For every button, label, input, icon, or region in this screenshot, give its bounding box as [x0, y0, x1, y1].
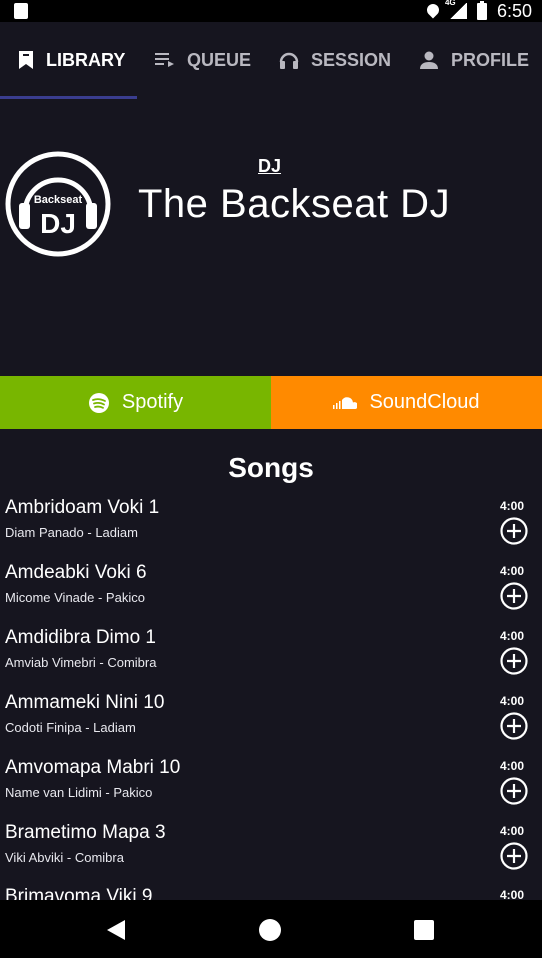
system-nav-bar [0, 900, 542, 958]
tab-label: SESSION [311, 49, 392, 70]
tab-bar: LIBRARY QUEUE SESSION PROFILE [0, 22, 542, 98]
song-duration: 4:00 [499, 824, 524, 838]
song-row[interactable]: Amdeabki Voki 6 Micome Vinade - Pakico 4… [0, 562, 542, 627]
song-duration: 4:00 [499, 499, 524, 513]
sd-card-icon [14, 3, 28, 19]
status-bar: 4G 6:50 [0, 0, 542, 22]
song-title: Amdeabki Voki 6 [5, 562, 147, 583]
dj-name: The Backseat DJ [138, 182, 451, 226]
signal-icon: 4G [445, 0, 467, 19]
song-duration: 4:00 [499, 564, 524, 578]
song-row[interactable]: Amvomapa Mabri 10 Name van Lidimi - Paki… [0, 757, 542, 822]
add-circle-icon[interactable] [500, 712, 528, 740]
back-icon[interactable] [105, 919, 127, 941]
song-duration: 4:00 [499, 759, 524, 773]
spotify-label: Spotify [121, 391, 184, 413]
soundcloud-label: SoundCloud [369, 391, 480, 413]
tab-library[interactable]: LIBRARY [18, 22, 125, 98]
song-title: Brametimo Mapa 3 [5, 822, 166, 843]
song-title: Ambridoam Voki 1 [5, 497, 160, 518]
song-artist: Codoti Finipa - Ladiam [5, 720, 136, 735]
spotify-icon [88, 392, 109, 413]
song-row[interactable]: Amdidibra Dimo 1 Amviab Vimebri - Comibr… [0, 627, 542, 692]
battery-icon [476, 0, 487, 20]
song-duration: 4:00 [499, 629, 524, 643]
bookmark-icon [19, 51, 33, 69]
headphones-icon [279, 52, 299, 69]
soundcloud-button[interactable]: SoundCloud [271, 376, 542, 429]
tab-session[interactable]: SESSION [279, 22, 391, 98]
song-artist: Amviab Vimebri - Comibra [5, 655, 157, 670]
home-icon[interactable] [259, 919, 281, 941]
add-circle-icon[interactable] [500, 517, 528, 545]
location-icon [424, 1, 442, 19]
backseat-dj-logo: Backseat DJ [5, 151, 111, 257]
add-circle-icon[interactable] [500, 777, 528, 805]
svg-text:Backseat: Backseat [34, 194, 83, 206]
song-title: Amdidibra Dimo 1 [5, 627, 156, 648]
person-icon [420, 51, 438, 69]
spotify-button[interactable]: Spotify [0, 376, 271, 429]
tab-label: PROFILE [451, 49, 530, 70]
dj-header: Backseat DJ DJ The Backseat DJ [0, 99, 542, 375]
soundcloud-icon [333, 396, 358, 409]
song-row[interactable]: Brametimo Mapa 3 Viki Abviki - Comibra 4… [0, 822, 542, 887]
song-artist: Name van Lidimi - Pakico [5, 785, 153, 800]
tab-profile[interactable]: PROFILE [419, 22, 529, 98]
song-duration: 4:00 [499, 694, 524, 708]
recent-apps-icon[interactable] [414, 920, 434, 940]
song-artist: Viki Abviki - Comibra [5, 850, 124, 865]
songs-heading: Songs [228, 452, 314, 483]
queue-icon [155, 53, 174, 67]
song-title: Amvomapa Mabri 10 [5, 757, 181, 778]
tab-label: LIBRARY [46, 49, 126, 70]
role-label: DJ [258, 156, 282, 176]
tab-queue[interactable]: QUEUE [155, 22, 251, 98]
tab-label: QUEUE [187, 49, 252, 70]
song-row[interactable]: Ammameki Nini 10 Codoti Finipa - Ladiam … [0, 692, 542, 757]
add-circle-icon[interactable] [500, 647, 528, 675]
song-artist: Micome Vinade - Pakico [5, 590, 145, 605]
add-circle-icon[interactable] [500, 842, 528, 870]
svg-text:DJ: DJ [40, 208, 76, 239]
song-artist: Diam Panado - Ladiam [5, 525, 138, 540]
song-title: Ammameki Nini 10 [5, 692, 165, 713]
song-row[interactable]: Ambridoam Voki 1 Diam Panado - Ladiam 4:… [0, 497, 542, 562]
clock: 6:50 [496, 0, 532, 21]
add-circle-icon[interactable] [500, 582, 528, 610]
